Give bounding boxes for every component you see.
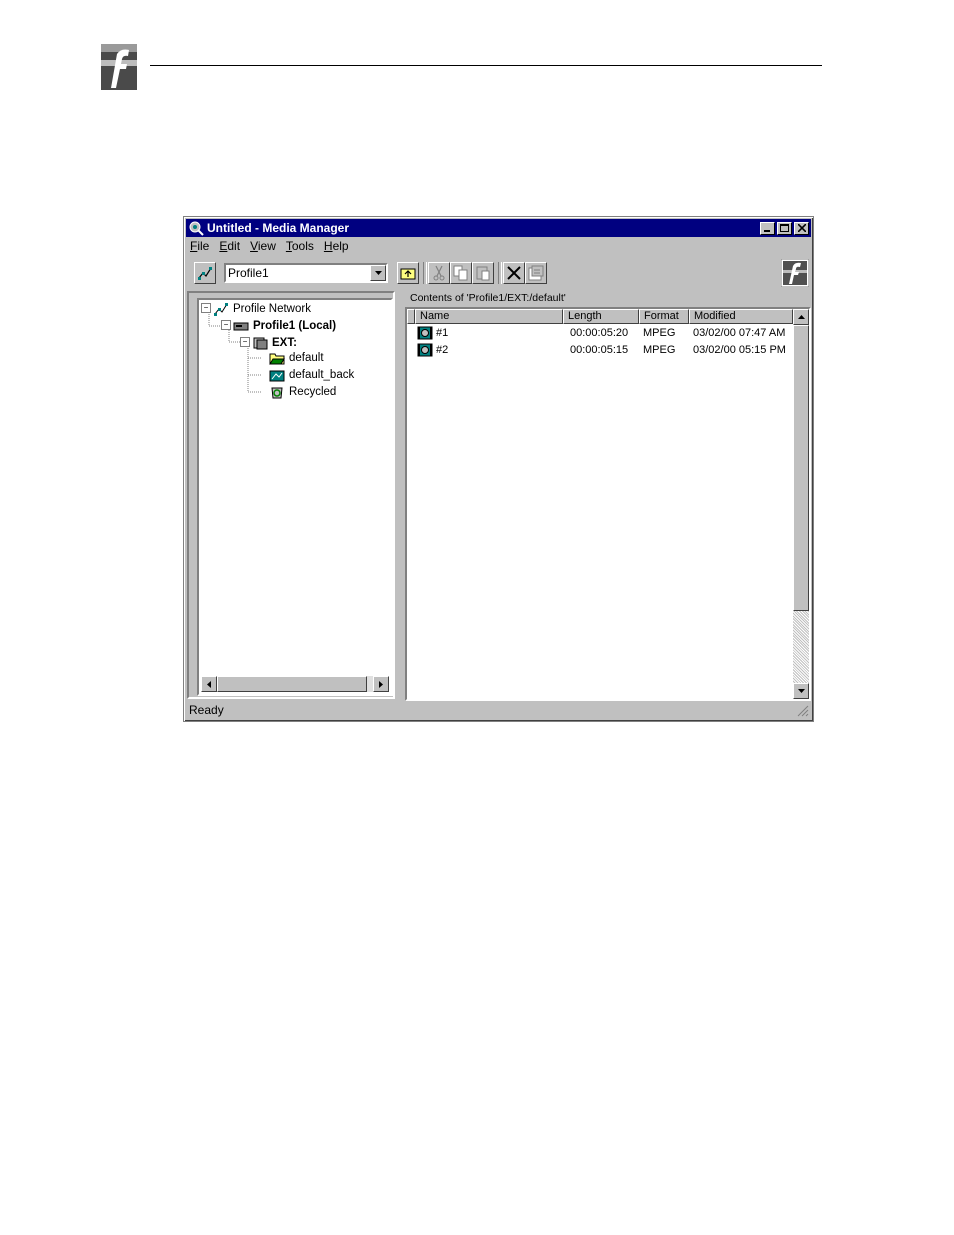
clip-list-vertical-scrollbar[interactable] <box>793 309 809 699</box>
minimize-button[interactable] <box>760 221 775 235</box>
toolbar-separator <box>498 262 502 284</box>
recycle-bin-icon <box>271 387 283 399</box>
arrow-up-icon <box>797 315 805 319</box>
scroll-track[interactable] <box>793 611 809 683</box>
clip-length: 00:00:05:20 <box>570 327 629 339</box>
tree-item-ext-volume[interactable]: EXT: <box>252 335 297 351</box>
contents-pane: Contents of 'Profile1/EXT:/default' Name… <box>404 291 812 701</box>
bin-icon <box>269 370 285 382</box>
tree-collapse-volume[interactable]: − <box>240 337 250 347</box>
status-bar: Ready <box>186 701 811 719</box>
close-button[interactable] <box>794 221 809 235</box>
clip-name: #1 <box>436 327 449 339</box>
contents-path-label: Contents of 'Profile1/EXT:/default' <box>410 292 566 304</box>
header-rule <box>150 65 822 66</box>
properties-icon <box>528 265 544 281</box>
scroll-left-button[interactable] <box>201 676 217 692</box>
clip-row[interactable]: #2 <box>417 342 448 358</box>
tree-label-profile-network: Profile Network <box>233 303 311 315</box>
tree-label-default-back: default_back <box>289 369 355 381</box>
network-icon <box>214 303 228 316</box>
tree-view[interactable]: − Profile Network − Profile1 (Local) − E <box>197 298 393 696</box>
tree-collapse-machine[interactable]: − <box>221 320 231 330</box>
scroll-thumb[interactable] <box>793 325 809 611</box>
tree-label-profile1: Profile1 (Local) <box>253 320 337 332</box>
minimize-icon <box>763 230 770 232</box>
tree-collapse-network[interactable]: − <box>201 303 211 313</box>
copy-button[interactable] <box>450 262 472 284</box>
close-icon <box>797 224 806 232</box>
status-text: Ready <box>189 703 224 717</box>
tree-item-profile1[interactable]: Profile1 (Local) <box>233 318 336 334</box>
maximize-icon <box>780 224 789 232</box>
paste-button[interactable] <box>472 262 494 284</box>
tree-item-bin-default[interactable]: default <box>269 350 324 366</box>
clip-name: #2 <box>436 344 449 356</box>
column-header-length[interactable]: Length <box>563 309 639 324</box>
server-icon <box>233 322 249 331</box>
clip-icon <box>417 326 433 340</box>
column-header-spacer <box>407 309 415 324</box>
media-manager-window: Untitled - Media Manager File Edit View … <box>183 216 814 722</box>
open-bin-icon <box>269 353 285 365</box>
up-folder-icon <box>400 268 416 280</box>
clip-length: 00:00:05:15 <box>570 344 629 356</box>
up-folder-button[interactable] <box>397 262 419 284</box>
tree-item-profile-network[interactable]: Profile Network <box>213 301 311 317</box>
delete-button[interactable] <box>503 262 525 284</box>
window-title: Untitled - Media Manager <box>207 221 350 235</box>
machine-select-value: Profile1 <box>228 266 269 280</box>
tree-item-bin-recycled[interactable]: Recycled <box>269 384 336 400</box>
column-header-modified[interactable]: Modified <box>689 309 793 324</box>
scroll-right-button[interactable] <box>373 676 389 692</box>
tree-label-default: default <box>289 352 324 364</box>
network-button[interactable] <box>194 262 216 284</box>
arrow-left-icon <box>207 680 211 688</box>
cut-icon <box>433 265 445 281</box>
clip-list[interactable]: Name Length Format Modified #1 00:00:05:… <box>405 307 811 701</box>
menu-tools[interactable]: Tools <box>286 239 314 257</box>
clip-format: MPEG <box>643 327 676 339</box>
scroll-down-button[interactable] <box>793 683 809 699</box>
copy-icon <box>453 265 468 281</box>
tree-item-bin-default-back[interactable]: default_back <box>269 367 354 383</box>
menu-file[interactable]: File <box>190 239 209 257</box>
chevron-down-icon <box>374 271 382 275</box>
arrow-right-icon <box>379 680 383 688</box>
brand-logo-icon <box>781 259 809 287</box>
brand-logo-icon <box>97 42 139 94</box>
clip-icon <box>417 343 433 357</box>
column-header-name[interactable]: Name <box>415 309 563 324</box>
resize-grip-icon[interactable] <box>797 705 809 717</box>
column-header-format[interactable]: Format <box>639 309 689 324</box>
arrow-down-icon <box>797 689 805 693</box>
clip-row[interactable]: #1 <box>417 325 448 341</box>
volume-icon <box>253 337 268 350</box>
tree-label-recycled: Recycled <box>289 386 337 398</box>
menu-help[interactable]: Help <box>324 239 349 257</box>
media-manager-app-icon <box>189 221 204 236</box>
toolbar-separator <box>423 262 427 284</box>
title-bar[interactable]: Untitled - Media Manager <box>186 219 811 237</box>
tree-label-ext: EXT: <box>272 337 297 349</box>
clip-format: MPEG <box>643 344 676 356</box>
menu-view[interactable]: View <box>250 239 276 257</box>
toolbar: Profile1 <box>186 259 811 289</box>
machine-select[interactable]: Profile1 <box>224 263 388 283</box>
machine-select-dropdown[interactable] <box>370 265 386 281</box>
delete-icon <box>507 266 521 280</box>
clip-modified: 03/02/00 07:47 AM <box>693 327 786 339</box>
paste-icon <box>476 266 490 281</box>
menu-edit[interactable]: Edit <box>219 239 240 257</box>
cut-button[interactable] <box>428 262 450 284</box>
maximize-button[interactable] <box>777 221 792 235</box>
menu-bar: File Edit View Tools Help <box>190 239 359 257</box>
network-icon <box>198 267 212 280</box>
scroll-up-button[interactable] <box>793 309 809 325</box>
tree-pane: − Profile Network − Profile1 (Local) − E <box>187 291 395 699</box>
tree-horizontal-scrollbar[interactable] <box>201 676 389 692</box>
clip-modified: 03/02/00 05:15 PM <box>693 344 786 356</box>
scroll-thumb[interactable] <box>217 676 367 692</box>
properties-button[interactable] <box>525 262 547 284</box>
